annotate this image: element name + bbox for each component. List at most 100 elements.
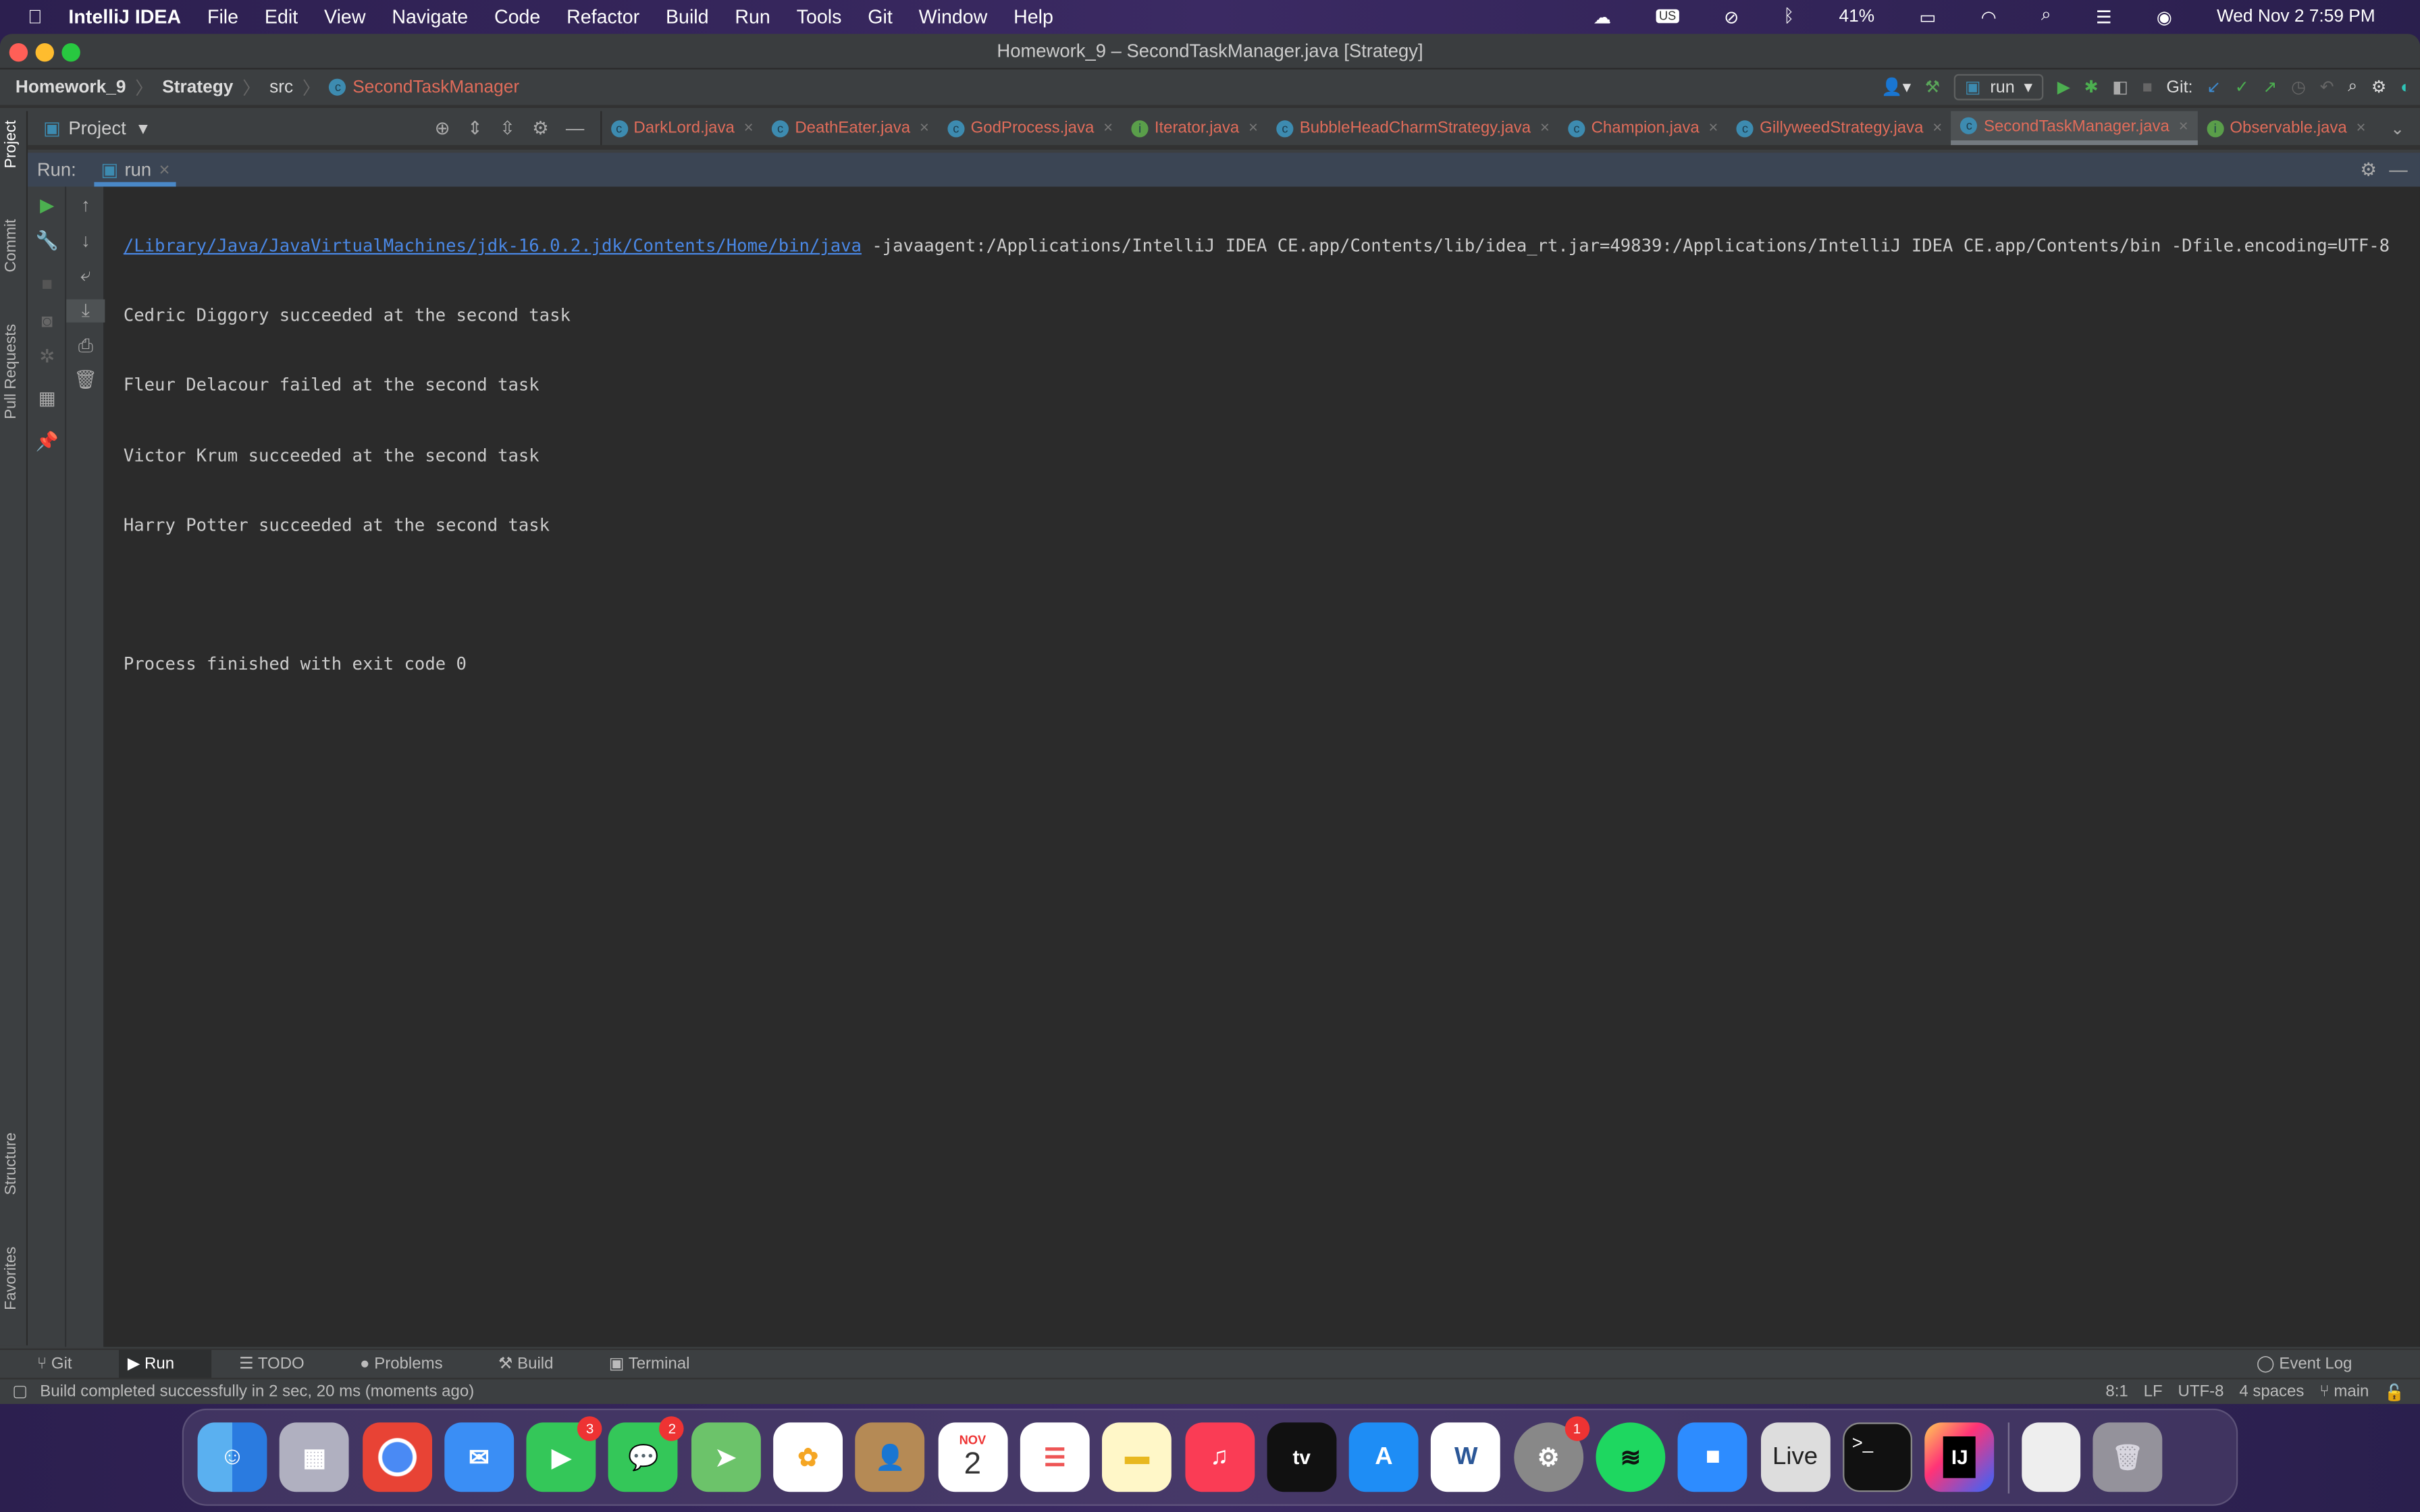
tool-todo[interactable]: ☰ TODO xyxy=(239,1355,332,1373)
git-push-icon[interactable]: ↗ xyxy=(2263,77,2277,97)
dock-docx-file[interactable] xyxy=(2021,1422,2080,1492)
close-tab-icon[interactable]: × xyxy=(1708,119,1718,137)
menu-build[interactable]: Build xyxy=(666,5,709,27)
dock-reminders[interactable]: ☰ xyxy=(1020,1422,1090,1492)
dock-spotify[interactable]: ≋ xyxy=(1596,1422,1666,1492)
tool-problems[interactable]: ● Problems xyxy=(360,1355,471,1373)
rerun-icon[interactable]: ▶ xyxy=(28,194,66,216)
tool-commit[interactable]: Commit xyxy=(3,219,20,273)
dock-contacts[interactable]: 👤 xyxy=(856,1422,925,1492)
editor-tab[interactable]: c GodProcess.java × xyxy=(939,111,1122,145)
close-tab-icon[interactable]: × xyxy=(744,119,754,137)
dock-ableton-live[interactable]: Live xyxy=(1760,1422,1831,1492)
tool-project[interactable]: Project xyxy=(3,120,20,168)
close-tab-icon[interactable]: × xyxy=(2356,119,2365,137)
coverage-icon[interactable]: ◧ xyxy=(2112,77,2128,97)
wrench-icon[interactable]: 🔧 xyxy=(28,230,66,252)
status-message[interactable]: Build completed successfully in 2 sec, 2… xyxy=(40,1382,474,1401)
battery-icon[interactable]: ▭ xyxy=(1919,5,1936,27)
tool-run[interactable]: ▶ Run xyxy=(118,1349,211,1378)
layout-icon[interactable]: ▦ xyxy=(28,387,66,409)
close-tab-icon[interactable]: × xyxy=(1540,119,1550,137)
dock-word[interactable]: W xyxy=(1431,1422,1501,1492)
dock-app-store[interactable]: A xyxy=(1349,1422,1419,1492)
hide-icon[interactable]: — xyxy=(566,117,584,139)
tabs-overflow-chevron-icon[interactable]: ⌄ xyxy=(2375,111,2420,145)
build-hammer-icon[interactable]: ⚒ xyxy=(1925,77,1941,97)
editor-tab[interactable]: c GillyweedStrategy.java × xyxy=(1727,111,1951,145)
bluetooth-icon[interactable]: ᛒ xyxy=(1783,7,1794,25)
battery-percent[interactable]: 41% xyxy=(1839,7,1874,25)
collapse-all-icon[interactable]: ⇳ xyxy=(500,117,515,139)
git-branch[interactable]: ⑂ main xyxy=(2319,1382,2369,1402)
zoom-window-button[interactable] xyxy=(61,43,80,62)
menu-git[interactable]: Git xyxy=(868,5,893,27)
editor-tab[interactable]: i Observable.java × xyxy=(2197,111,2375,145)
breadcrumb-src[interactable]: src xyxy=(269,78,293,96)
console-output[interactable]: /Library/Java/JavaVirtualMachines/jdk-16… xyxy=(105,186,2420,1347)
stop-icon[interactable]: ■ xyxy=(28,273,66,295)
down-arrow-icon[interactable]: ↓ xyxy=(66,230,105,252)
menu-help[interactable]: Help xyxy=(1014,5,1053,27)
dock-photos[interactable]: ✿ xyxy=(773,1422,843,1492)
indent-setting[interactable]: 4 spaces xyxy=(2239,1382,2304,1402)
dock-system-preferences[interactable]: ⚙ 1 xyxy=(1513,1416,1589,1492)
menu-app[interactable]: IntelliJ IDEA xyxy=(68,5,181,27)
menu-navigate[interactable]: Navigate xyxy=(392,5,468,27)
pin-icon[interactable]: 📌 xyxy=(28,431,66,452)
tool-terminal[interactable]: ▣ Terminal xyxy=(609,1355,718,1373)
breadcrumb-module[interactable]: Strategy xyxy=(162,78,233,96)
dock-notes[interactable]: ▬ xyxy=(1102,1422,1172,1492)
editor-tab[interactable]: c DeathEater.java × xyxy=(762,111,938,145)
breadcrumb-project[interactable]: Homework_9 xyxy=(16,78,126,96)
close-window-button[interactable] xyxy=(9,43,28,62)
siri-icon[interactable]: ◉ xyxy=(2157,5,2172,27)
menu-refactor[interactable]: Refactor xyxy=(567,5,639,27)
menu-code[interactable]: Code xyxy=(494,5,540,27)
dock-messages[interactable]: 💬 2 xyxy=(608,1416,685,1492)
menu-view[interactable]: View xyxy=(324,5,365,27)
dock-zoom[interactable]: ■ xyxy=(1678,1422,1748,1492)
debug-icon[interactable]: ✱ xyxy=(2084,77,2099,97)
file-encoding[interactable]: UTF-8 xyxy=(2178,1382,2224,1402)
menu-window[interactable]: Window xyxy=(919,5,988,27)
line-separator[interactable]: LF xyxy=(2144,1382,2163,1402)
up-arrow-icon[interactable]: ↑ xyxy=(66,194,105,216)
user-icon[interactable]: 👤▾ xyxy=(1881,77,1911,97)
toggle-tool-windows-icon[interactable]: ▢ xyxy=(12,1382,28,1401)
menu-edit[interactable]: Edit xyxy=(265,5,298,27)
editor-tab[interactable]: c BubbleHeadCharmStrategy.java × xyxy=(1267,111,1559,145)
run-config-select[interactable]: ▣ run ▾ xyxy=(1953,74,2044,101)
caret-position[interactable]: 8:1 xyxy=(2105,1382,2128,1402)
apple-icon[interactable]:  xyxy=(28,5,42,27)
dock-terminal[interactable]: >_ xyxy=(1842,1422,1912,1492)
dock-maps[interactable]: ➤ xyxy=(691,1422,761,1492)
dock-trash[interactable]: 🗑 xyxy=(2093,1422,2163,1492)
expand-all-icon[interactable]: ⇕ xyxy=(467,117,483,139)
dock-calendar[interactable]: NOV 2 xyxy=(937,1422,1007,1492)
soft-wrap-icon[interactable]: ⤶ xyxy=(66,264,105,287)
minimize-window-button[interactable] xyxy=(35,43,54,62)
print-icon[interactable]: ⎙ xyxy=(66,335,105,358)
dock-launchpad[interactable]: ▦ xyxy=(280,1422,350,1492)
run-icon[interactable]: ▶ xyxy=(2057,77,2070,97)
editor-tab[interactable]: i Iterator.java × xyxy=(1122,111,1267,145)
editor-tab[interactable]: c SecondTaskManager.java × xyxy=(1951,111,2198,145)
dock-intellij[interactable]: IJ xyxy=(1924,1422,1995,1492)
close-tab-icon[interactable]: × xyxy=(920,119,929,137)
close-tab-icon[interactable]: × xyxy=(2179,117,2188,135)
dock-music[interactable]: ♫ xyxy=(1184,1422,1255,1492)
editor-tab[interactable]: c DarkLord.java × xyxy=(601,111,762,145)
close-tab-icon[interactable]: × xyxy=(1103,119,1113,137)
locate-icon[interactable]: ⊕ xyxy=(435,117,450,139)
gear-icon[interactable]: ⚙ xyxy=(2360,159,2377,180)
control-center-icon[interactable]: ☰ xyxy=(2096,5,2112,27)
close-tab-icon[interactable]: × xyxy=(1248,119,1258,137)
stop-icon[interactable]: ■ xyxy=(2142,78,2153,96)
camera-icon[interactable]: ◙ xyxy=(28,310,66,331)
tool-git[interactable]: ⑂ Git xyxy=(37,1355,100,1373)
input-source[interactable]: US xyxy=(1656,9,1679,24)
settings-icon[interactable]: ⚙ xyxy=(2371,77,2387,97)
hide-icon[interactable]: — xyxy=(2389,159,2407,180)
git-commit-icon[interactable]: ✓ xyxy=(2235,77,2249,97)
